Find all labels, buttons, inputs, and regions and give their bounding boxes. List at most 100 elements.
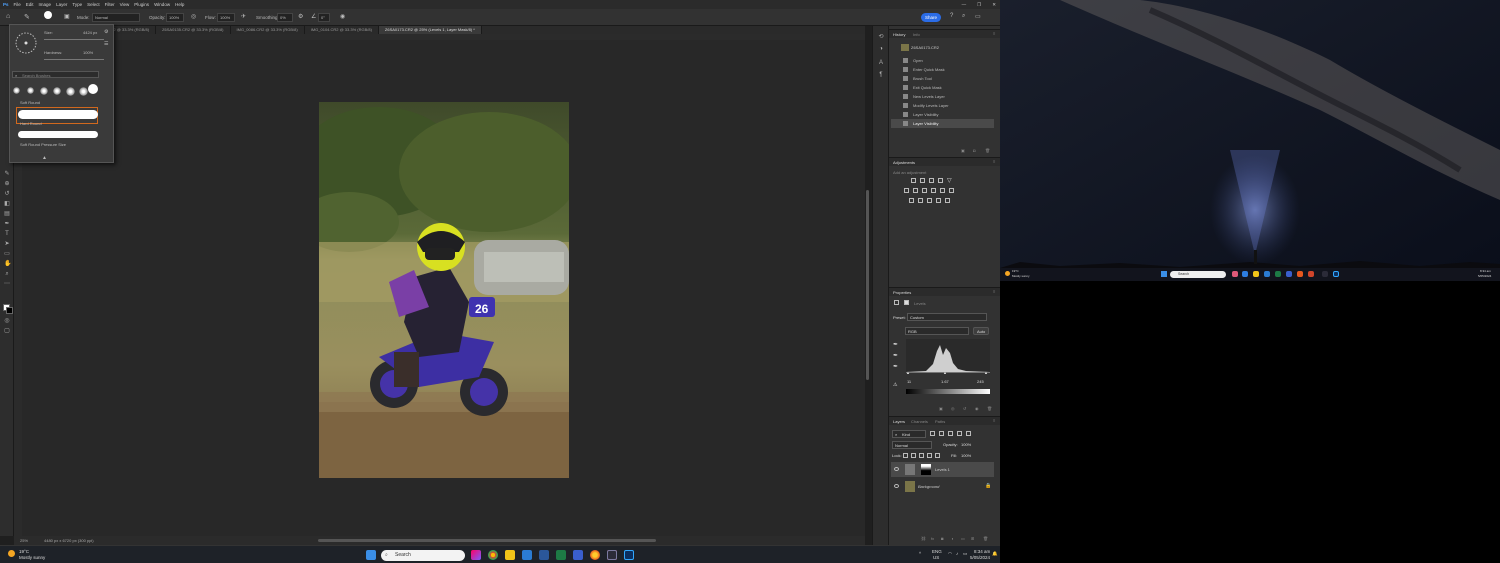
flow-input[interactable]: 100%	[217, 13, 235, 22]
brush-tip-5[interactable]	[66, 87, 75, 96]
home-icon[interactable]: ⌂	[6, 13, 10, 20]
menu-filter[interactable]: Filter	[105, 2, 115, 7]
show-hidden-icons[interactable]: ^	[919, 551, 921, 556]
brush-tip-2[interactable]	[27, 87, 34, 94]
smoothing-settings-icon[interactable]: ⚙	[298, 13, 303, 20]
view-previous-icon[interactable]: ◎	[951, 406, 955, 411]
history-item-selected[interactable]: Layer Visibility	[891, 119, 994, 128]
input-white-value[interactable]: 245	[977, 379, 984, 384]
exposure-icon[interactable]	[938, 178, 943, 183]
menu-type[interactable]: Type	[72, 2, 82, 7]
brightness-contrast-icon[interactable]	[911, 178, 916, 183]
collapse-caret-icon[interactable]: ▲	[42, 155, 47, 161]
more-tools-icon[interactable]: ⋯	[4, 281, 10, 287]
mode-select[interactable]: Normal	[92, 13, 140, 22]
app-icon[interactable]	[573, 550, 583, 560]
pen-icon[interactable]: ✒	[4, 221, 10, 227]
filter-adjustment-icon[interactable]	[939, 431, 944, 436]
weather-temp-2[interactable]: 19°C	[1012, 269, 1019, 273]
zoom-level[interactable]: 25%	[20, 538, 28, 543]
photoshop-taskbar-icon[interactable]	[624, 550, 634, 560]
pressure-size-icon[interactable]: ◉	[340, 13, 345, 20]
paragraph-icon[interactable]: ¶	[878, 72, 884, 78]
close-icon[interactable]: ✕	[992, 2, 996, 8]
size-value[interactable]: 4424 px	[83, 30, 97, 35]
vibrance-icon[interactable]: ▽	[947, 177, 952, 184]
brush-tool-icon[interactable]: ✎	[24, 13, 30, 21]
brush-tip-1[interactable]	[13, 87, 20, 94]
document-info[interactable]: 4480 px x 6720 px (300 ppi)	[44, 538, 94, 543]
maximize-icon[interactable]: ❐	[977, 2, 981, 8]
black-point-slider[interactable]: ▲	[906, 370, 910, 375]
outlook-icon[interactable]	[522, 550, 532, 560]
panel-menu-icon[interactable]: ≡	[993, 159, 995, 164]
excel-icon[interactable]	[1275, 271, 1281, 277]
soft-round-stroke[interactable]	[18, 110, 98, 119]
motocross-photo[interactable]: 26	[319, 102, 569, 478]
menu-window[interactable]: Window	[154, 2, 170, 7]
hardness-value[interactable]: 100%	[83, 50, 93, 55]
reset-icon[interactable]: ↺	[963, 406, 966, 411]
input-black-value[interactable]: 11	[907, 379, 911, 384]
firefox-icon[interactable]	[1297, 271, 1303, 277]
taskbar-search[interactable]: ⌕ Search	[381, 550, 465, 561]
photo-filter-icon[interactable]	[931, 188, 936, 193]
app-icon[interactable]	[1308, 271, 1314, 277]
volume-icon[interactable]: ♪	[956, 551, 958, 556]
preset-soft-round-pressure[interactable]: Soft Round Pressure Size	[20, 142, 66, 147]
gray-eyedropper-icon[interactable]: ✒	[893, 352, 898, 359]
panel-menu-icon[interactable]: ≡	[993, 418, 995, 423]
new-group-icon[interactable]: ▭	[961, 536, 965, 541]
doc-tab-active[interactable]: Z6SA0173.CR2 @ 25% (Levels 1, Layer Mask…	[378, 26, 482, 34]
character-icon[interactable]: A	[878, 60, 884, 66]
screen-mode-icon[interactable]: ▢	[4, 328, 10, 334]
clock-time[interactable]: 8:34 am	[974, 549, 990, 554]
clock-date-2[interactable]: 5/05/2024	[1478, 274, 1491, 278]
brush-settings-icon[interactable]: ▣	[64, 13, 70, 20]
new-snapshot-icon[interactable]: ▣	[961, 148, 965, 153]
midpoint-slider[interactable]: ▲	[943, 370, 947, 375]
levels-icon[interactable]	[920, 178, 925, 183]
invert-icon[interactable]	[909, 198, 914, 203]
preset-hard-round[interactable]: Hard Round	[20, 121, 42, 126]
history-item[interactable]: Modify Levels Layer	[891, 101, 994, 110]
history-item[interactable]: Brush Tool	[891, 74, 994, 83]
tab-paths[interactable]: Paths	[935, 419, 945, 424]
posterize-icon[interactable]	[918, 198, 923, 203]
copilot-icon[interactable]	[471, 550, 481, 560]
quick-mask-icon[interactable]: ◎	[4, 318, 10, 324]
panel-menu-icon[interactable]: ≡	[993, 289, 995, 294]
clock-time-2[interactable]: 8:34 am	[1480, 269, 1491, 273]
hardness-slider[interactable]	[44, 59, 104, 60]
tab-info[interactable]: Info	[913, 32, 920, 37]
pressure-opacity-icon[interactable]: ◎	[191, 13, 196, 20]
app-icon[interactable]	[1286, 271, 1292, 277]
lock-position-icon[interactable]	[919, 453, 924, 458]
menu-select[interactable]: Select	[87, 2, 100, 7]
taskbar-search-2[interactable]: Search	[1170, 271, 1226, 278]
airbrush-icon[interactable]: ✈	[241, 13, 246, 20]
input-mid-value[interactable]: 1.67	[941, 379, 949, 384]
language[interactable]: ENG	[932, 549, 942, 554]
fill-value[interactable]: 100%	[961, 453, 971, 458]
black-white-icon[interactable]	[922, 188, 927, 193]
properties-title[interactable]: Properties	[893, 290, 911, 295]
brush-search-input[interactable]: ⌕ Search Brushes	[12, 71, 99, 78]
region[interactable]: US	[933, 555, 939, 560]
adjustments-icon[interactable]: ◑	[878, 46, 884, 52]
weather-sun-icon[interactable]	[8, 550, 15, 557]
eye-icon[interactable]	[894, 467, 899, 471]
smoothing-input[interactable]: 0%	[277, 13, 293, 22]
brush-tool-icon[interactable]: ✎	[4, 171, 10, 177]
layer-opacity-value[interactable]: 100%	[961, 442, 971, 447]
lock-transparent-icon[interactable]	[903, 453, 908, 458]
firefox-icon[interactable]	[590, 550, 600, 560]
rectangle-tool-icon[interactable]: ▭	[4, 251, 10, 257]
chrome-icon[interactable]	[488, 550, 498, 560]
start-icon[interactable]	[1161, 271, 1167, 277]
windows-start-icon[interactable]	[366, 550, 376, 560]
app-icon[interactable]	[1242, 271, 1248, 277]
share-button[interactable]: Share	[921, 13, 941, 22]
lock-image-icon[interactable]	[911, 453, 916, 458]
file-explorer-icon[interactable]	[505, 550, 515, 560]
